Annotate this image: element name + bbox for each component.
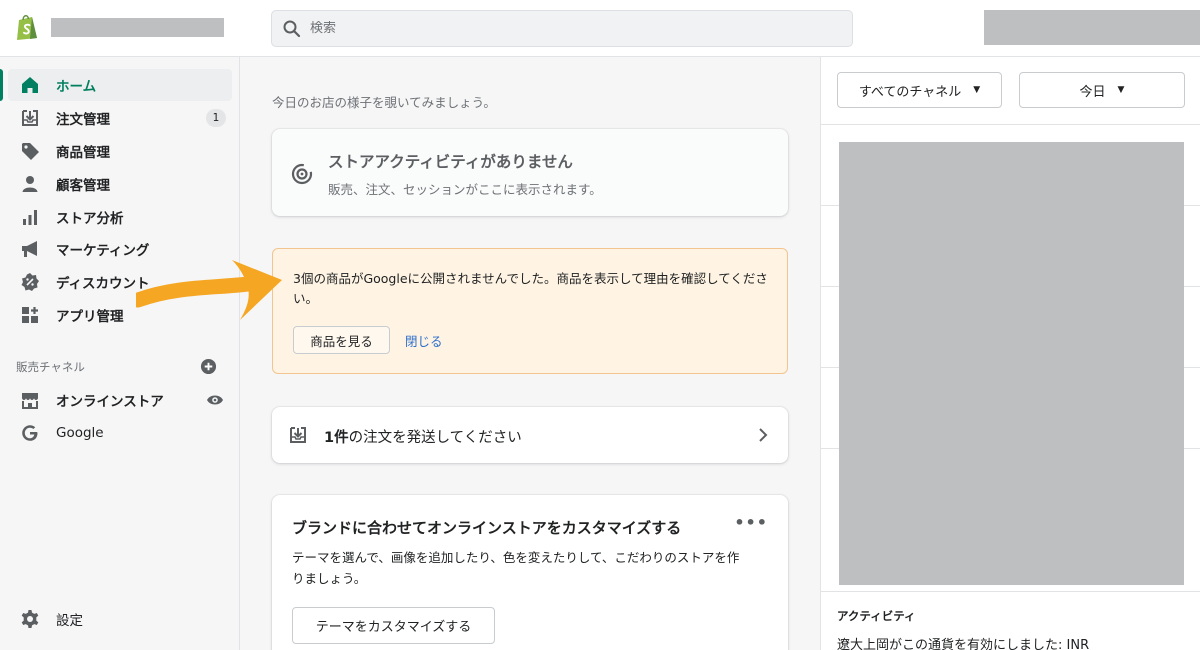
sidebar-item-marketing[interactable]: マーケティング [8, 233, 232, 265]
discount-icon [20, 272, 40, 292]
customize-card-description: テーマを選んで、画像を追加したり、色を変えたりして、こだわりのストアを作りましょ… [292, 550, 740, 586]
store-icon [20, 390, 40, 410]
orders-to-fulfill-text: 1件の注文を発送してください [324, 426, 522, 447]
divider [821, 591, 1200, 592]
eye-icon[interactable] [206, 392, 224, 408]
search-input[interactable] [310, 21, 810, 36]
sidebar-item-label: 設定 [56, 613, 83, 629]
sales-channels-heading: 販売チャネル [16, 360, 85, 374]
more-actions-icon[interactable]: ••• [734, 513, 768, 532]
sidebar-item-settings[interactable]: 設定 [8, 603, 232, 635]
sidebar-item-label: ストア分析 [56, 211, 124, 227]
search-icon [283, 20, 301, 37]
divider [821, 124, 1200, 125]
customize-card-title: ブランドに合わせてオンラインストアをカスタマイズする [292, 519, 682, 537]
orders-message: の注文を発送してください [348, 430, 522, 446]
sidebar-item-label: オンラインストア [56, 394, 164, 410]
sidebar-item-label: ディスカウント [56, 276, 150, 292]
orders-to-fulfill-card[interactable]: 1件の注文を発送してください [272, 407, 788, 463]
customize-theme-button[interactable]: テーマをカスタマイズする [292, 607, 495, 644]
sidebar-item-apps[interactable]: アプリ管理 [8, 299, 232, 331]
sidebar-item-label: アプリ管理 [56, 309, 124, 325]
store-activity-card: ストアアクティビティがありません 販売、注文、セッションがここに表示されます。 [272, 129, 788, 216]
sidebar-item-google[interactable]: Google [8, 417, 232, 449]
person-icon [20, 174, 40, 194]
orders-count: 1件 [324, 430, 349, 446]
customize-store-card: ブランドに合わせてオンラインストアをカスタマイズする ••• テーマを選んで、画… [272, 495, 788, 650]
sidebar-item-online-store[interactable]: オンラインストア [8, 384, 232, 416]
activity-heading: アクティビティ [837, 609, 916, 623]
dismiss-banner-link[interactable]: 閉じる [405, 331, 443, 350]
right-panel: すべてのチャネル ▼ 今日 ▼ アクティビティ 遼大上岡がこの通貨を有効にしまし… [820, 57, 1200, 650]
view-products-button[interactable]: 商品を見る [293, 326, 390, 354]
sidebar-item-discounts[interactable]: ディスカウント [8, 266, 232, 298]
activity-card-title: ストアアクティビティがありません [328, 153, 573, 171]
stats-redacted [839, 142, 1184, 585]
sidebar-item-orders[interactable]: 注文管理 1 [8, 102, 232, 134]
sidebar-item-analytics[interactable]: ストア分析 [8, 201, 232, 233]
sidebar-item-label: ホーム [56, 79, 97, 95]
caret-down-icon: ▼ [1117, 85, 1125, 95]
analytics-icon [20, 207, 40, 227]
channel-select[interactable]: すべてのチャネル ▼ [837, 72, 1002, 108]
orders-count-badge: 1 [206, 109, 226, 127]
sidebar-item-label: マーケティング [56, 243, 150, 259]
sidebar-item-label: 注文管理 [56, 112, 110, 128]
chevron-right-icon [759, 428, 768, 442]
google-warning-banner: 3個の商品がGoogleに公開されませんでした。商品を表示して理由を確認してくだ… [272, 248, 788, 374]
sidebar-item-label: Google [56, 425, 104, 441]
apps-icon [20, 305, 40, 325]
tag-icon [20, 141, 40, 161]
activity-card-subtitle: 販売、注文、セッションがここに表示されます。 [328, 182, 602, 197]
date-select[interactable]: 今日 ▼ [1019, 72, 1185, 108]
megaphone-icon [20, 239, 40, 259]
activity-target-icon [291, 163, 313, 185]
account-menu-redacted[interactable] [984, 10, 1200, 45]
store-name-redacted [51, 18, 224, 37]
top-bar [0, 0, 1200, 57]
main-content: 今日のお店の様子を覗いてみましょう。 ストアアクティビティがありません 販売、注… [240, 57, 820, 650]
channel-select-value: すべてのチャネル [858, 84, 962, 100]
sidebar-item-products[interactable]: 商品管理 [8, 135, 232, 167]
search-bar[interactable] [271, 10, 853, 47]
banner-message: 3個の商品がGoogleに公開されませんでした。商品を表示して理由を確認してくだ… [293, 271, 768, 306]
date-select-value: 今日 [1079, 84, 1106, 100]
google-icon [20, 423, 40, 443]
sidebar-item-customers[interactable]: 顧客管理 [8, 168, 232, 200]
shopify-logo-icon[interactable] [14, 13, 40, 41]
orders-icon [290, 427, 306, 443]
sidebar-item-label: 商品管理 [56, 145, 110, 161]
sidebar-item-home[interactable]: ホーム [0, 69, 232, 101]
sidebar-item-label: 顧客管理 [56, 178, 110, 194]
sidebar: ホーム 注文管理 1 商品管理 顧客管理 ストア分析 マーケティング ディスカウ… [0, 57, 240, 650]
greeting-text: 今日のお店の様子を覗いてみましょう。 [272, 95, 496, 110]
activity-entry: 遼大上岡がこの通貨を有効にしました: INR [837, 638, 1090, 650]
add-channel-plus-icon[interactable] [200, 358, 217, 375]
caret-down-icon: ▼ [973, 85, 981, 95]
gear-icon [20, 609, 40, 629]
home-icon [20, 75, 40, 95]
orders-icon [20, 108, 40, 128]
